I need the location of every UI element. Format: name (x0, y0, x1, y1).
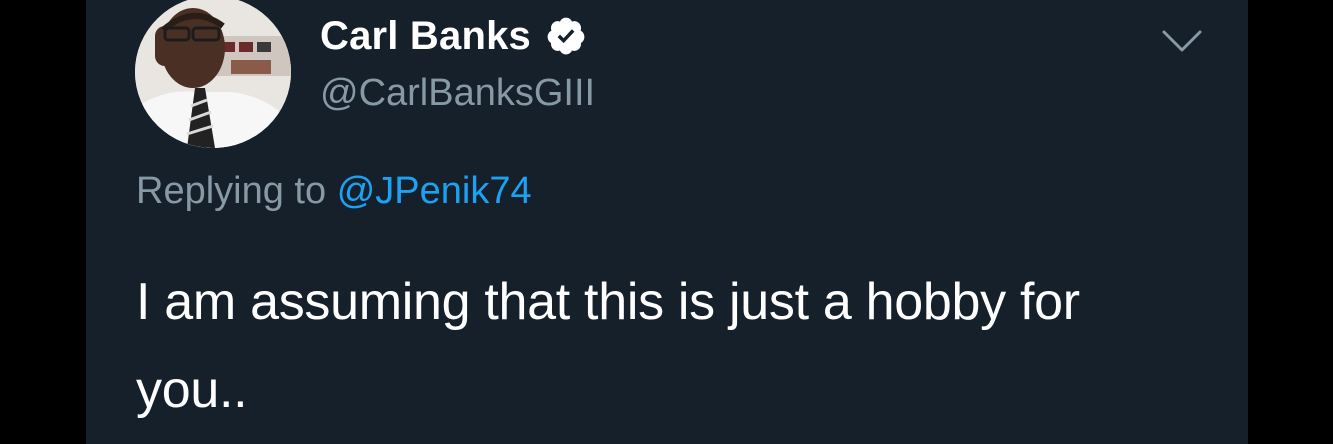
tweet-text: I am assuming that this is just a hobby … (136, 273, 1080, 419)
reply-to-handle-link[interactable]: @JPenik74 (337, 170, 532, 212)
tweet-card[interactable]: Carl Banks @CarlBanksGIII Replying to @J… (86, 0, 1248, 444)
author-display-name[interactable]: Carl Banks (320, 14, 531, 59)
author-handle[interactable]: @CarlBanksGIII (320, 72, 595, 115)
author-avatar[interactable] (135, 0, 291, 148)
reply-context-prefix: Replying to (136, 170, 327, 212)
profile-photo-icon (135, 0, 291, 148)
verified-badge-icon (547, 17, 585, 55)
chevron-down-icon[interactable] (1160, 26, 1204, 56)
reply-context: Replying to @JPenik74 (136, 170, 532, 213)
author-name-row[interactable]: Carl Banks (320, 12, 587, 60)
